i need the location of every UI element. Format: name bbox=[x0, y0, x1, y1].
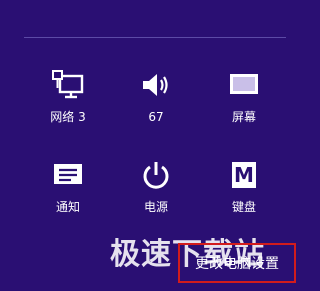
power-label: 电源 bbox=[143, 200, 168, 214]
keyboard-label: 键盘 bbox=[231, 200, 256, 214]
keyboard-tile[interactable]: M 键盘 bbox=[204, 158, 284, 228]
keyboard-glyph: M bbox=[232, 162, 256, 188]
notifications-tile[interactable]: 通知 bbox=[28, 158, 108, 228]
network-tile[interactable]: 网络 3 bbox=[28, 68, 108, 138]
change-pc-settings-link[interactable]: 更改电脑设置 bbox=[178, 243, 296, 283]
volume-label: 67 bbox=[148, 110, 164, 124]
volume-tile[interactable]: 67 bbox=[116, 68, 196, 138]
keyboard-icon: M bbox=[227, 158, 261, 192]
network-label: 网络 3 bbox=[50, 110, 86, 124]
power-icon bbox=[139, 158, 173, 192]
notifications-icon bbox=[51, 158, 85, 192]
divider bbox=[24, 37, 286, 38]
power-tile[interactable]: 电源 bbox=[116, 158, 196, 228]
screen-icon bbox=[227, 68, 261, 102]
screen-tile[interactable]: 屏幕 bbox=[204, 68, 284, 138]
screen-label: 屏幕 bbox=[231, 110, 256, 124]
volume-icon bbox=[139, 68, 173, 102]
notifications-label: 通知 bbox=[55, 200, 80, 214]
network-icon bbox=[51, 68, 85, 102]
